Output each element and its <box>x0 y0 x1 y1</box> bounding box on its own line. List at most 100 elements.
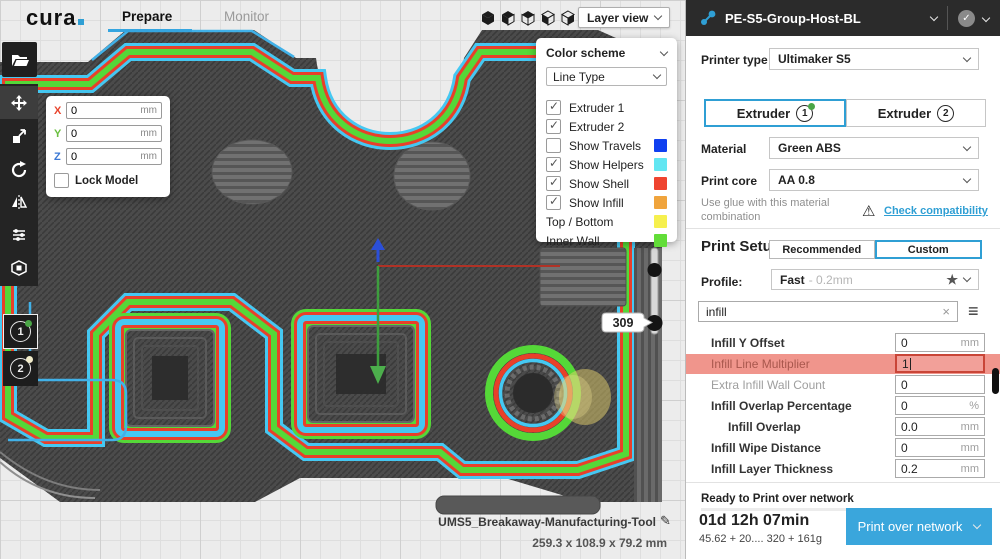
lock-model-label: Lock Model <box>75 175 138 187</box>
view-left-icon[interactable] <box>540 10 556 26</box>
extruder1-visibility-row: Extruder 1 <box>546 98 667 117</box>
printer-type-dropdown[interactable]: Ultimaker S5 <box>769 48 979 70</box>
z-position-input[interactable]: 0mm <box>66 148 162 165</box>
scale-tool-button[interactable] <box>0 119 38 152</box>
printer-header[interactable]: PE-S5-Group-Host-BL ✓ <box>686 0 1000 36</box>
material-estimate: 45.62 + 20.... 320 + 161g <box>699 533 822 545</box>
model-name[interactable]: UMS5_Breakaway-Manufacturing-Tool <box>420 515 656 529</box>
chevron-down-icon <box>653 71 661 79</box>
extruder-1-tab[interactable]: Extruder 1 <box>704 99 846 127</box>
infill-overlap-input[interactable]: 0.0mm <box>895 417 985 436</box>
tab-prepare[interactable]: Prepare <box>122 9 172 24</box>
check-compatibility-link[interactable]: Check compatibility <box>884 205 988 217</box>
chevron-down-icon <box>963 174 971 182</box>
extruder2-visibility-row: Extruder 2 <box>546 117 667 136</box>
settings-menu-icon[interactable]: ≡ <box>968 301 979 322</box>
show-helpers-checkbox[interactable] <box>546 157 561 172</box>
print-core-dropdown[interactable]: AA 0.8 <box>769 169 979 191</box>
profile-dropdown[interactable]: Fast - 0.2mm ★ <box>771 269 979 290</box>
mirror-tool-button[interactable] <box>0 185 38 218</box>
setting-row-infill-layer-thickness: Infill Layer Thickness 0.2mm <box>686 459 1000 479</box>
cura-logo: cura <box>26 5 84 31</box>
color-scheme-panel: Color scheme Line Type Extruder 1 Extrud… <box>536 38 677 242</box>
setup-mode-toggle: Recommended Custom <box>769 240 982 259</box>
infill-line-multiplier-input[interactable]: 1 <box>895 354 985 373</box>
setting-row-infill-overlap: Infill Overlap 0.0mm <box>686 417 1000 437</box>
y-position-input[interactable]: 0mm <box>66 125 162 142</box>
custom-mode-button[interactable]: Custom <box>875 240 983 259</box>
header-divider <box>947 6 948 30</box>
chevron-down-icon <box>654 12 662 20</box>
support-blocker-button[interactable] <box>0 251 38 284</box>
extruder-1-select-button[interactable]: 1 <box>3 314 38 349</box>
text-cursor <box>910 358 911 370</box>
footer-divider <box>686 482 1000 483</box>
setting-row-infill-wipe-distance: Infill Wipe Distance 0mm <box>686 438 1000 458</box>
print-status: Ready to Print over network <box>701 493 854 505</box>
infill-overlap-percentage-input[interactable]: 0% <box>895 396 985 415</box>
camera-view-buttons <box>480 10 576 26</box>
view-front-icon[interactable] <box>500 10 516 26</box>
travels-color-swatch <box>654 139 667 152</box>
settings-search-input[interactable]: infill × <box>698 301 958 322</box>
show-shell-checkbox[interactable] <box>546 176 561 191</box>
inner-wall-legend-row: Inner Wall <box>546 231 667 250</box>
print-core-label: Print core <box>701 174 757 188</box>
chevron-down-icon <box>963 53 971 61</box>
print-time-estimate: 01d 12h 07min <box>699 512 809 530</box>
infill-y-offset-input[interactable]: 0mm <box>895 333 985 352</box>
chevron-down-icon[interactable] <box>660 47 668 55</box>
show-infill-checkbox[interactable] <box>546 195 561 210</box>
per-model-settings-button[interactable] <box>0 218 38 251</box>
rotate-icon <box>10 160 28 178</box>
extruder-tabs: Extruder 1 Extruder 2 <box>704 99 986 127</box>
extruder-2-material-dot <box>26 356 33 363</box>
view-3d-icon[interactable] <box>480 10 496 26</box>
infill-layer-thickness-input[interactable]: 0.2mm <box>895 459 985 478</box>
material-color-dot <box>808 103 815 110</box>
support-blocker-icon <box>10 259 28 277</box>
view-right-icon[interactable] <box>560 10 576 26</box>
extruder-2-select-button[interactable]: 2 <box>3 351 38 386</box>
move-icon <box>10 94 28 112</box>
tab-monitor[interactable]: Monitor <box>224 9 269 24</box>
color-scheme-title: Color scheme <box>546 46 625 60</box>
warning-triangle-icon: ⚠ <box>862 202 875 220</box>
top-bottom-legend-row: Top / Bottom <box>546 212 667 231</box>
rename-pencil-icon[interactable]: ✎ <box>660 513 671 529</box>
viewport-3d[interactable]: 309 cura Prepare Monitor Layer view <box>0 0 685 559</box>
extruder1-checkbox[interactable] <box>546 100 561 115</box>
printer-type-label: Printer type <box>701 53 768 67</box>
color-scheme-dropdown[interactable]: Line Type <box>546 67 667 86</box>
shell-color-swatch <box>654 177 667 190</box>
move-tool-button[interactable] <box>0 86 38 119</box>
y-position-row: Y 0mm <box>54 125 162 142</box>
status-check-icon: ✓ <box>958 10 975 27</box>
x-position-input[interactable]: 0mm <box>66 102 162 119</box>
extra-infill-wall-count-input[interactable]: 0 <box>895 375 985 394</box>
rotate-tool-button[interactable] <box>0 152 38 185</box>
setting-row-infill-line-multiplier: Infill Line Multiplier 1 <box>686 354 1000 374</box>
scrollbar-thumb[interactable] <box>992 368 999 394</box>
favorite-star-icon[interactable]: ★ <box>946 272 958 288</box>
chevron-down-icon[interactable] <box>982 14 990 22</box>
lock-model-checkbox[interactable] <box>54 173 69 188</box>
model-dimensions: 259.3 x 108.9 x 79.2 mm <box>420 536 667 550</box>
extruder2-checkbox[interactable] <box>546 119 561 134</box>
chevron-down-icon <box>963 274 971 282</box>
recommended-mode-button[interactable]: Recommended <box>769 240 875 259</box>
extruder-2-tab[interactable]: Extruder 2 <box>846 99 986 127</box>
clear-search-icon[interactable]: × <box>942 304 950 319</box>
inner-wall-color-swatch <box>654 234 667 247</box>
open-file-button[interactable] <box>2 42 37 77</box>
chevron-down-icon[interactable] <box>930 12 938 20</box>
infill-wipe-distance-input[interactable]: 0mm <box>895 438 985 457</box>
view-top-icon[interactable] <box>520 10 536 26</box>
view-mode-dropdown[interactable]: Layer view <box>578 7 670 28</box>
top-bottom-color-swatch <box>654 215 667 228</box>
show-travels-checkbox[interactable] <box>546 138 561 153</box>
show-travels-row: Show Travels <box>546 136 667 155</box>
section-divider <box>686 228 1000 229</box>
material-dropdown[interactable]: Green ABS <box>769 137 979 159</box>
print-over-network-button[interactable]: Print over network <box>846 508 992 545</box>
